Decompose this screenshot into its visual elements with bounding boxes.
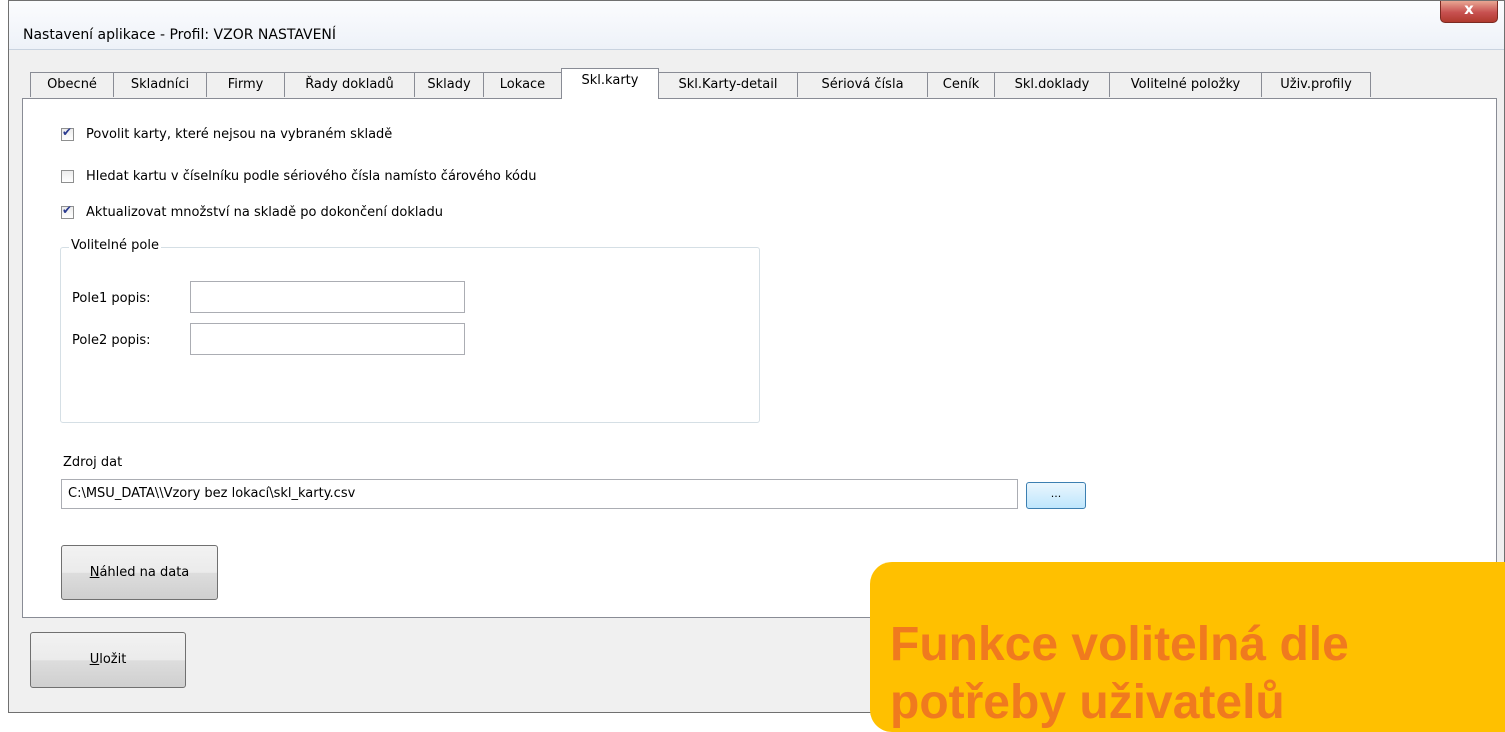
pole2-input[interactable] (190, 323, 465, 355)
pole1-input[interactable] (190, 281, 465, 313)
mnemonic: N (89, 565, 100, 580)
checkbox-label: Aktualizovat množství na skladě po dokon… (86, 204, 443, 220)
tab-firmy[interactable]: Firmy (206, 72, 285, 97)
close-button[interactable]: x (1440, 0, 1498, 23)
checkbox-hledat-kartu[interactable]: Hledat kartu v číselníku podle sériového… (61, 167, 536, 185)
button-label: ložit (99, 652, 127, 667)
ulozit-button[interactable]: Uložit (30, 632, 186, 688)
checkbox-label: Hledat kartu v číselníku podle sériového… (86, 168, 537, 184)
tab-skl-karty-detail[interactable]: Skl.Karty-detail (658, 72, 798, 97)
zdroj-dat-label: Zdroj dat (63, 455, 123, 470)
tab-cenik[interactable]: Ceník (927, 72, 995, 97)
tab-label: Sériová čísla (821, 77, 904, 92)
callout-text: Funkce volitelná dle potřeby uživatelů (890, 616, 1349, 732)
tab-label: Sklady (427, 77, 471, 92)
tab-label: Řady dokladů (305, 77, 394, 92)
button-label: áhled na data (99, 565, 190, 580)
nahled-na-data-button[interactable]: Náhled na data (61, 545, 218, 600)
tab-strip: Obecné Skladníci Firmy Řady dokladů Skla… (30, 68, 1390, 99)
checkbox-aktualizovat-mnozstvi[interactable]: Aktualizovat množství na skladě po dokon… (61, 203, 443, 221)
group-legend: Volitelné pole (69, 238, 161, 253)
tab-label: Volitelné položky (1130, 77, 1241, 92)
tab-label: Ceník (942, 77, 980, 92)
pole1-label: Pole1 popis: (72, 291, 151, 306)
tab-label: Skl.doklady (1014, 77, 1090, 92)
tab-sklady[interactable]: Sklady (414, 72, 484, 97)
tab-label: Skladníci (130, 77, 190, 92)
mnemonic: U (89, 652, 100, 667)
title-bar: Nastavení aplikace - Profil: VZOR NASTAV… (9, 0, 1504, 50)
callout-line-1: Funkce volitelná dle (890, 618, 1349, 671)
checkbox-povolit-karty[interactable]: Povolit karty, které nejsou na vybraném … (61, 125, 392, 143)
tab-skladnici[interactable]: Skladníci (113, 72, 207, 97)
tab-label: Lokace (499, 77, 546, 92)
close-icon: x (1464, 0, 1474, 18)
pole2-label: Pole2 popis: (72, 333, 151, 348)
tab-rady-dokladu[interactable]: Řady dokladů (284, 72, 415, 97)
tab-label: Skl.karty (581, 73, 639, 88)
checkbox-checked-icon[interactable] (61, 203, 74, 219)
tab-uziv-profily[interactable]: Uživ.profily (1261, 72, 1371, 97)
tab-label: Skl.Karty-detail (678, 77, 778, 92)
browse-button[interactable]: ... (1026, 482, 1086, 509)
zdroj-dat-path-input[interactable]: C:\MSU_DATA\\Vzory bez lokací\skl_karty.… (61, 479, 1018, 509)
checkbox-unchecked-icon[interactable] (61, 169, 74, 183)
callout-overlay: Funkce volitelná dle potřeby uživatelů (870, 562, 1505, 732)
checkbox-label: Povolit karty, které nejsou na vybraném … (86, 126, 393, 142)
tab-skl-doklady[interactable]: Skl.doklady (994, 72, 1110, 97)
volitelne-pole-group: Volitelné pole Pole1 popis: Pole2 popis: (60, 238, 760, 423)
tab-label: Obecné (47, 77, 97, 92)
tab-label: Uživ.profily (1280, 77, 1352, 92)
tab-lokace[interactable]: Lokace (483, 72, 562, 97)
window-title: Nastavení aplikace - Profil: VZOR NASTAV… (23, 27, 337, 43)
tab-volitelne-polozky[interactable]: Volitelné položky (1109, 72, 1262, 97)
tab-skl-karty[interactable]: Skl.karty (561, 68, 659, 99)
checkbox-checked-icon[interactable] (61, 125, 74, 141)
tab-panel-skl-karty: Povolit karty, které nejsou na vybraném … (22, 98, 1497, 618)
callout-line-2: potřeby uživatelů (890, 676, 1285, 729)
tab-label: Firmy (227, 77, 264, 92)
tab-seriova-cisla[interactable]: Sériová čísla (797, 72, 928, 97)
tab-obecne[interactable]: Obecné (30, 72, 114, 97)
